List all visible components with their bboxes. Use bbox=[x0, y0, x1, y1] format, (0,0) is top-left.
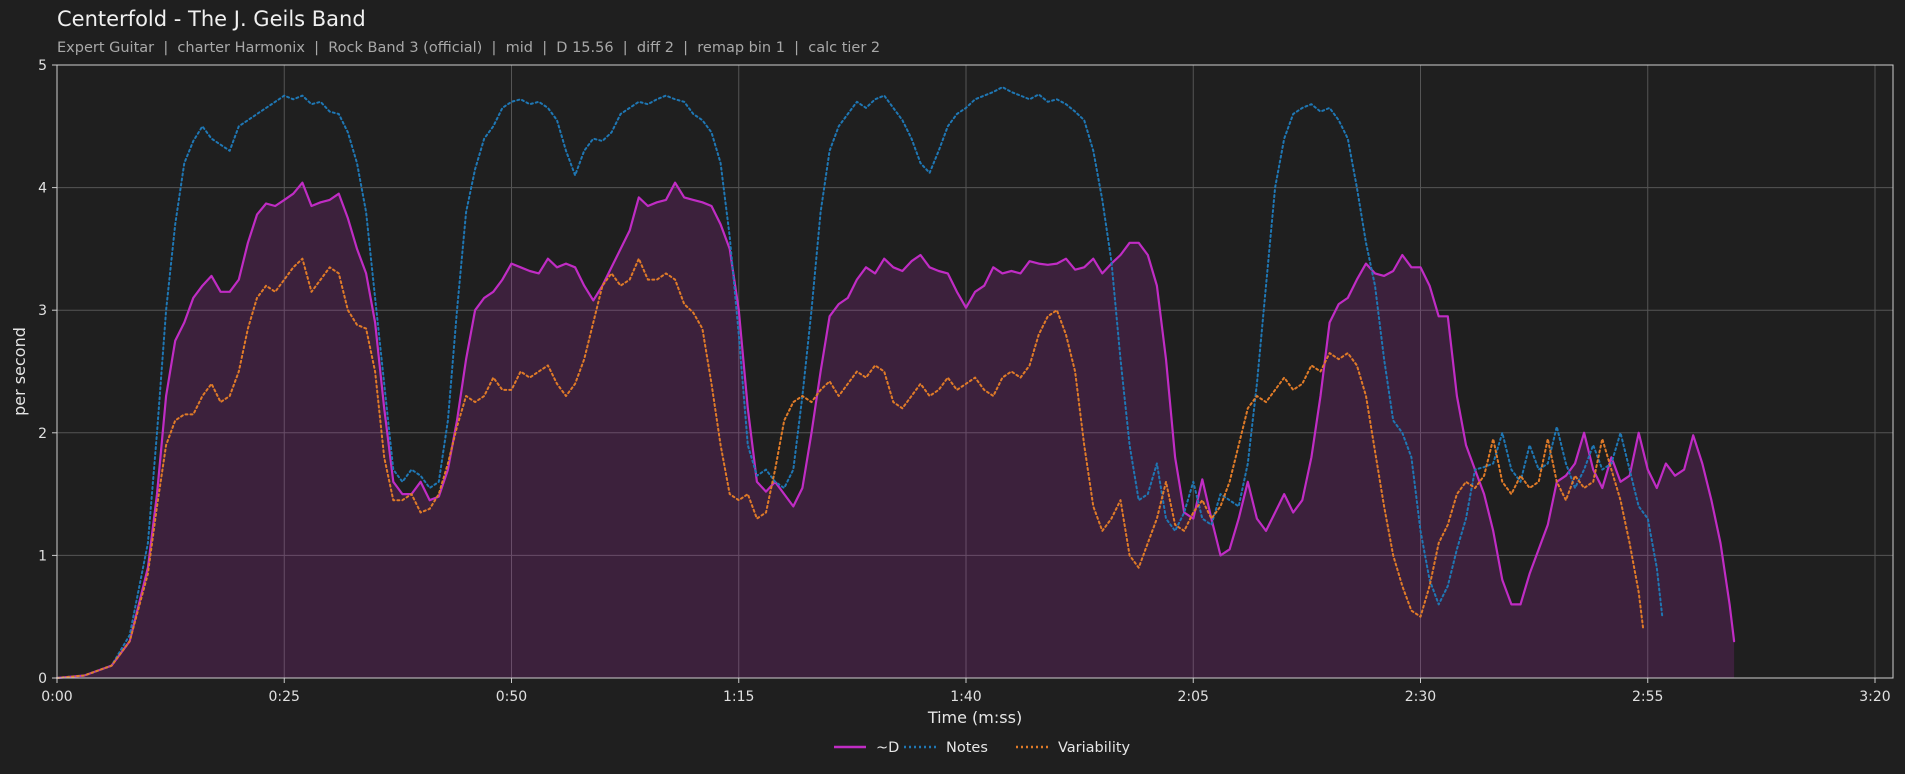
x-tick-label: 1:15 bbox=[723, 689, 754, 705]
x-tick-label: 2:55 bbox=[1632, 689, 1663, 705]
x-tick-label: 0:25 bbox=[269, 689, 300, 705]
legend: ~D Notes Variability bbox=[834, 740, 1131, 756]
y-tick-label: 1 bbox=[38, 548, 47, 564]
legend-label-2: Variability bbox=[1058, 740, 1131, 756]
chart-svg: 0:00 0:25 0:50 1:15 1:40 2:05 2:30 2:55 3:20 0 1 2 3… bbox=[10, 58, 1894, 756]
x-axis-label: Time (m:ss) bbox=[927, 708, 1022, 727]
y-tick-label: 2 bbox=[38, 426, 47, 442]
area-fill bbox=[57, 182, 1735, 678]
x-tick-label: 0:50 bbox=[496, 689, 527, 705]
legend-label-1: Notes bbox=[946, 740, 988, 756]
y-axis-label: per second bbox=[10, 327, 29, 416]
y-tick-label: 3 bbox=[38, 303, 47, 319]
series-fill bbox=[57, 182, 1735, 678]
x-tick-label: 2:05 bbox=[1178, 689, 1209, 705]
y-tick-label: 4 bbox=[38, 181, 47, 197]
x-tick-label: 2:30 bbox=[1405, 689, 1436, 705]
y-tick-label: 5 bbox=[38, 58, 47, 74]
x-tick-label: 1:40 bbox=[950, 689, 981, 705]
x-tick-label: 0:00 bbox=[41, 689, 72, 705]
legend-label-0: ~D bbox=[876, 740, 899, 756]
y-tick-label: 0 bbox=[38, 671, 47, 687]
x-tick-label: 3:20 bbox=[1859, 689, 1890, 705]
